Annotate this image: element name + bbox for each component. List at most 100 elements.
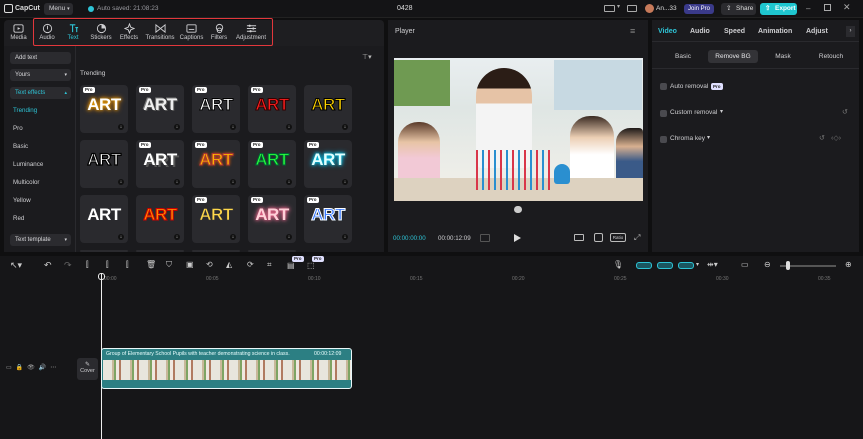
play-icon[interactable] bbox=[514, 234, 521, 242]
text-effect-card[interactable]: ART ↓ bbox=[80, 140, 128, 188]
text-effect-card[interactable]: Pro ART ↓ bbox=[248, 85, 296, 133]
chroma-key-checkbox[interactable] bbox=[660, 136, 667, 143]
maximize-icon[interactable] bbox=[824, 4, 831, 11]
category-luminance[interactable]: Luminance bbox=[13, 161, 43, 168]
download-icon[interactable]: ↓ bbox=[174, 179, 180, 185]
crop-icon[interactable]: ⌗ bbox=[267, 260, 272, 270]
menu-button[interactable]: Menu ▾ bbox=[44, 3, 73, 15]
undo-icon[interactable]: ↶ bbox=[44, 260, 52, 271]
text-effect-card[interactable] bbox=[248, 250, 296, 252]
keyframe-icon[interactable]: ‹◇› bbox=[831, 134, 841, 142]
category-yellow[interactable]: Yellow bbox=[13, 197, 31, 204]
reset-icon[interactable]: ↺ bbox=[842, 108, 848, 116]
download-icon[interactable]: ↓ bbox=[174, 234, 180, 240]
video-clip[interactable]: Group of Elementary School Pupils with t… bbox=[101, 348, 352, 389]
tab-animation[interactable]: Animation bbox=[758, 28, 792, 35]
text-effect-card[interactable]: ART ↓ bbox=[304, 85, 352, 133]
chevron-down-icon[interactable]: ▾ bbox=[707, 134, 710, 141]
join-pro-button[interactable]: Join Pro bbox=[684, 4, 714, 14]
subtab-remove-bg[interactable]: Remove BG bbox=[708, 50, 758, 63]
rotate-icon[interactable]: ⟳ bbox=[247, 260, 254, 269]
fullscreen-icon[interactable]: ⤢ bbox=[634, 233, 640, 243]
crop-icon[interactable] bbox=[594, 233, 603, 242]
split-left-icon[interactable]: ⫿ bbox=[106, 260, 109, 270]
zoom-out-icon[interactable]: ⊖ bbox=[764, 260, 771, 269]
avatar[interactable] bbox=[645, 4, 654, 13]
text-effect-card[interactable] bbox=[192, 250, 240, 252]
subtab-mask[interactable]: Mask bbox=[758, 50, 808, 63]
shield-icon[interactable]: ⛉ bbox=[166, 260, 172, 270]
download-icon[interactable]: ↓ bbox=[230, 234, 236, 240]
redo-icon[interactable]: ↷ bbox=[64, 260, 72, 271]
chevron-down-icon[interactable]: ▾ bbox=[617, 3, 620, 10]
subtab-basic[interactable]: Basic bbox=[658, 50, 708, 63]
smart-cut-icon[interactable]: ⬚ bbox=[307, 261, 315, 270]
subtab-retouch[interactable]: Retouch bbox=[806, 50, 856, 63]
download-icon[interactable]: ↓ bbox=[286, 179, 292, 185]
shortcut-icon[interactable] bbox=[627, 5, 637, 12]
chevron-down-icon[interactable]: ▾ bbox=[696, 261, 699, 268]
export-button[interactable]: ⇧ Export bbox=[760, 3, 797, 15]
text-effect-card[interactable] bbox=[80, 250, 128, 252]
tab-audio[interactable]: Audio bbox=[690, 28, 710, 35]
delete-icon[interactable]: 🗑 bbox=[146, 260, 156, 269]
split-icon[interactable]: ⫿ bbox=[86, 260, 89, 270]
text-effect-card[interactable]: Pro ART ↓ bbox=[248, 195, 296, 243]
tab-video[interactable]: Video bbox=[658, 28, 677, 35]
text-effect-card[interactable]: ART ↓ bbox=[80, 195, 128, 243]
download-icon[interactable]: ↓ bbox=[118, 124, 124, 130]
timecode-icon[interactable] bbox=[480, 234, 490, 242]
player-menu-icon[interactable]: ≡ bbox=[630, 26, 635, 36]
cover-button[interactable]: ✎ Cover bbox=[77, 358, 98, 380]
text-effect-card[interactable]: Pro ART ↓ bbox=[248, 140, 296, 188]
preview-axis-icon[interactable] bbox=[678, 262, 694, 269]
custom-removal-checkbox[interactable] bbox=[660, 110, 667, 117]
text-effect-card[interactable]: Pro ART ↓ bbox=[192, 85, 240, 133]
category-pro[interactable]: Pro bbox=[13, 125, 23, 132]
filter-icon[interactable]: ⊤▾ bbox=[362, 53, 372, 61]
category-multicolor[interactable]: Multicolor bbox=[13, 179, 39, 186]
layout-icon[interactable] bbox=[604, 5, 615, 12]
zoom-slider-thumb[interactable] bbox=[786, 261, 790, 270]
chevron-down-icon[interactable]: ▾ bbox=[720, 108, 723, 115]
download-icon[interactable]: ↓ bbox=[286, 234, 292, 240]
thumbnail-icon[interactable]: ▭ bbox=[741, 260, 749, 269]
text-effect-card[interactable] bbox=[136, 250, 184, 252]
ratio-button[interactable]: Ratio bbox=[610, 233, 626, 242]
reverse-icon[interactable]: ⟲ bbox=[206, 260, 213, 269]
zoom-in-icon[interactable]: ⊕ bbox=[845, 260, 852, 269]
select-tool-icon[interactable]: ↖▾ bbox=[10, 260, 22, 271]
link-icon[interactable] bbox=[657, 262, 673, 269]
download-icon[interactable]: ↓ bbox=[342, 124, 348, 130]
download-icon[interactable]: ↓ bbox=[286, 124, 292, 130]
project-name[interactable]: 0428 bbox=[397, 5, 413, 12]
main-track-magnet-icon[interactable] bbox=[636, 262, 652, 269]
text-effect-card[interactable]: ART ↓ bbox=[136, 195, 184, 243]
text-effect-card[interactable]: Pro ART ↓ bbox=[304, 140, 352, 188]
split-right-icon[interactable]: ⫿ bbox=[126, 260, 129, 270]
reset-icon[interactable]: ↺ bbox=[819, 134, 825, 142]
category-basic[interactable]: Basic bbox=[13, 143, 28, 150]
freeze-icon[interactable]: ▣ bbox=[186, 260, 194, 269]
fit-icon[interactable] bbox=[574, 234, 584, 241]
download-icon[interactable]: ↓ bbox=[230, 124, 236, 130]
text-effect-card[interactable]: Pro ART ↓ bbox=[192, 195, 240, 243]
download-icon[interactable]: ↓ bbox=[174, 124, 180, 130]
download-icon[interactable]: ↓ bbox=[118, 179, 124, 185]
text-effects-dropdown[interactable]: Text effects ▴ bbox=[10, 87, 71, 99]
text-effect-card[interactable]: Pro ART ↓ bbox=[192, 140, 240, 188]
minimize-icon[interactable]: – bbox=[806, 4, 810, 13]
video-preview[interactable] bbox=[394, 58, 643, 201]
share-button[interactable]: ⇪ Share bbox=[721, 3, 756, 15]
yours-dropdown[interactable]: Yours ▾ bbox=[10, 69, 71, 81]
auto-removal-checkbox[interactable] bbox=[660, 83, 667, 90]
mirror-icon[interactable]: ◭ bbox=[226, 260, 232, 269]
add-text-button[interactable]: Add text bbox=[10, 52, 71, 64]
camera-icon[interactable] bbox=[514, 206, 522, 213]
tabs-scroll-icon[interactable]: › bbox=[846, 26, 855, 37]
download-icon[interactable]: ↓ bbox=[342, 234, 348, 240]
microphone-icon[interactable]: 🎙 bbox=[613, 260, 623, 269]
text-effect-card[interactable]: Pro ART ↓ bbox=[136, 85, 184, 133]
download-icon[interactable]: ↓ bbox=[230, 179, 236, 185]
text-effect-card[interactable]: Pro ART ↓ bbox=[136, 140, 184, 188]
